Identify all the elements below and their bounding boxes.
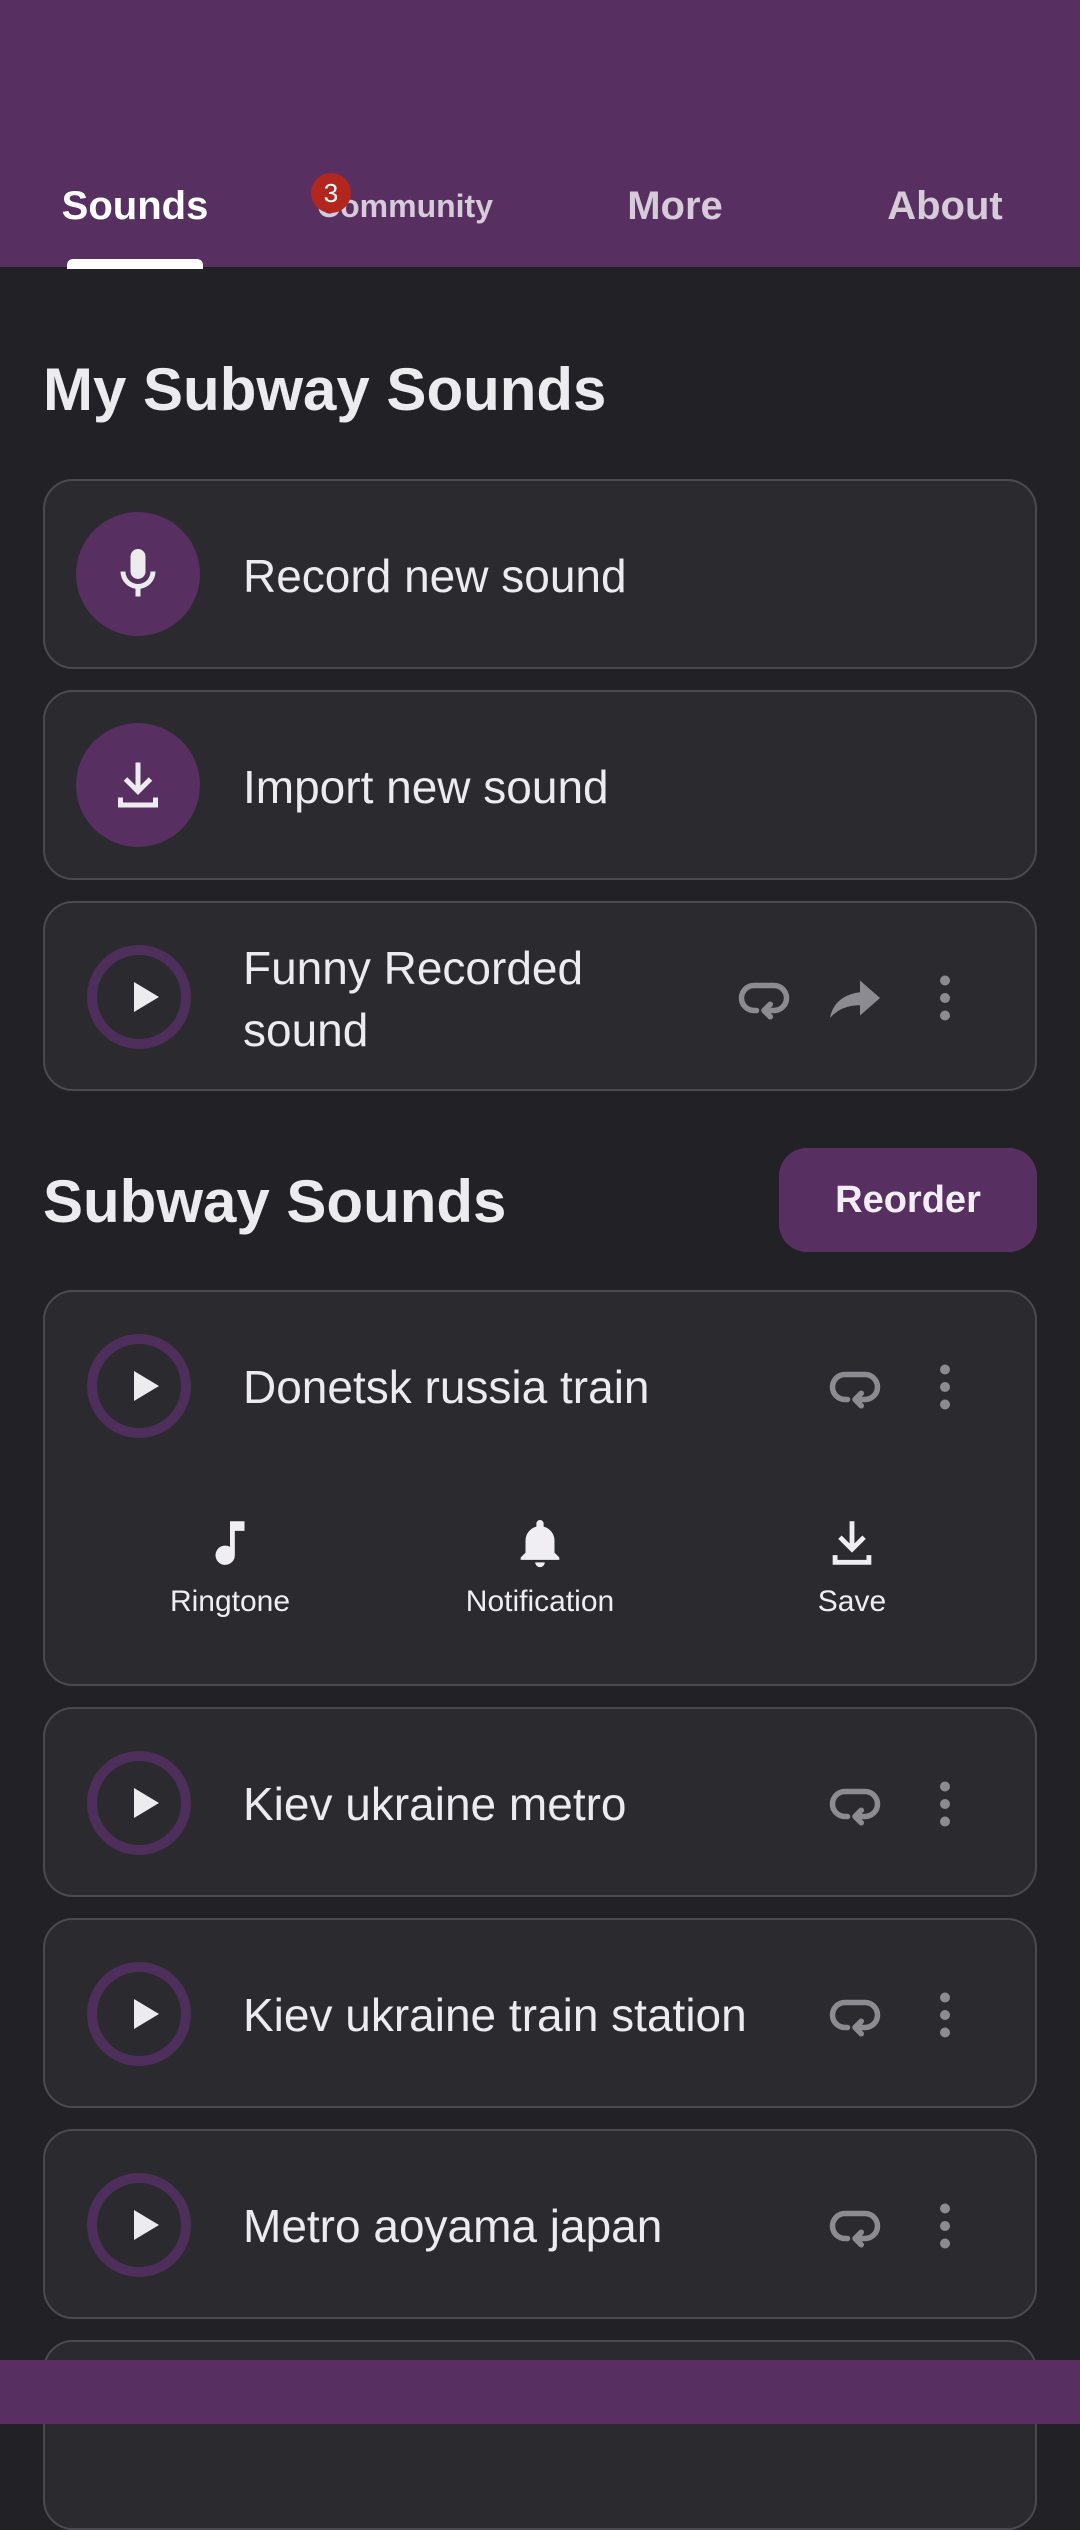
sound-item[interactable]: Kiev ukraine train station xyxy=(43,1918,1037,2108)
loop-icon xyxy=(829,1371,881,1409)
set-notification-button[interactable]: Notification xyxy=(430,1514,650,1619)
loop-icon xyxy=(829,2210,881,2248)
share-icon xyxy=(830,980,880,1018)
sound-title: Kiev ukraine train station xyxy=(243,1989,747,2041)
play-button[interactable] xyxy=(87,1334,191,1438)
reorder-button[interactable]: Reorder xyxy=(779,1148,1037,1252)
tab-more[interactable]: More xyxy=(540,180,810,232)
sound-title: Kiev ukraine metro xyxy=(243,1778,627,1830)
loop-button[interactable] xyxy=(825,2196,885,2256)
play-icon xyxy=(134,982,159,1012)
subway-sounds-title: Subway Sounds xyxy=(43,1168,507,1235)
record-button[interactable] xyxy=(76,512,200,636)
play-icon xyxy=(134,1371,159,1401)
record-new-sound-card[interactable]: Record new sound xyxy=(43,479,1037,669)
loop-button[interactable] xyxy=(825,1774,885,1834)
share-button[interactable] xyxy=(825,968,885,1028)
tab-indicator xyxy=(67,259,203,269)
loop-button[interactable] xyxy=(825,1985,885,2045)
sound-item-expanded[interactable]: Donetsk russia train Ringtone Notificati… xyxy=(43,1290,1037,1686)
more-vert-icon xyxy=(940,2203,950,2249)
sound-item[interactable]: Funny Recorded sound xyxy=(43,901,1037,1091)
sound-title: Funny Recorded sound xyxy=(243,942,584,1056)
more-options-button[interactable] xyxy=(915,968,975,1028)
more-vert-icon xyxy=(940,1992,950,2038)
sound-item[interactable]: Metro aoyama japan xyxy=(43,2129,1037,2319)
save-label: Save xyxy=(817,1585,887,1618)
more-options-button[interactable] xyxy=(915,2196,975,2256)
microphone-icon xyxy=(120,549,156,597)
more-options-button[interactable] xyxy=(915,1985,975,2045)
loop-icon xyxy=(829,1999,881,2037)
loop-icon xyxy=(829,1788,881,1826)
bottom-bar xyxy=(0,2360,1080,2424)
more-options-button[interactable] xyxy=(915,1357,975,1417)
music-note-icon xyxy=(215,1521,245,1565)
download-icon xyxy=(832,1521,872,1565)
play-icon xyxy=(134,1999,159,2029)
ringtone-label: Ringtone xyxy=(169,1585,291,1618)
sound-item[interactable]: Kiev ukraine metro xyxy=(43,1707,1037,1897)
more-vert-icon xyxy=(940,1364,950,1410)
loop-button[interactable] xyxy=(734,968,794,1028)
play-button[interactable] xyxy=(87,2173,191,2277)
more-options-button[interactable] xyxy=(915,1774,975,1834)
notification-label: Notification xyxy=(465,1585,615,1618)
more-vert-icon xyxy=(940,1781,950,1827)
set-ringtone-button[interactable]: Ringtone xyxy=(120,1514,340,1619)
play-icon xyxy=(134,1788,159,1818)
sound-title: Metro aoyama japan xyxy=(243,2200,663,2252)
import-new-sound-card[interactable]: Import new sound xyxy=(43,690,1037,880)
sound-title: Donetsk russia train xyxy=(243,1361,650,1413)
community-badge: 3 xyxy=(311,173,351,213)
play-button[interactable] xyxy=(87,1962,191,2066)
tab-sounds[interactable]: Sounds xyxy=(0,180,270,232)
record-new-sound-label: Record new sound xyxy=(243,550,627,602)
play-button[interactable] xyxy=(87,1751,191,1855)
import-new-sound-label: Import new sound xyxy=(243,761,609,813)
loop-button[interactable] xyxy=(825,1357,885,1417)
loop-icon xyxy=(738,982,790,1020)
my-sounds-title: My Subway Sounds xyxy=(43,356,607,423)
import-button[interactable] xyxy=(76,723,200,847)
play-button[interactable] xyxy=(87,945,191,1049)
tab-about[interactable]: About xyxy=(810,180,1080,232)
download-icon xyxy=(118,762,158,808)
more-vert-icon xyxy=(940,975,950,1021)
bell-icon xyxy=(520,1520,560,1568)
save-sound-button[interactable]: Save xyxy=(742,1514,962,1619)
play-icon xyxy=(134,2210,159,2240)
